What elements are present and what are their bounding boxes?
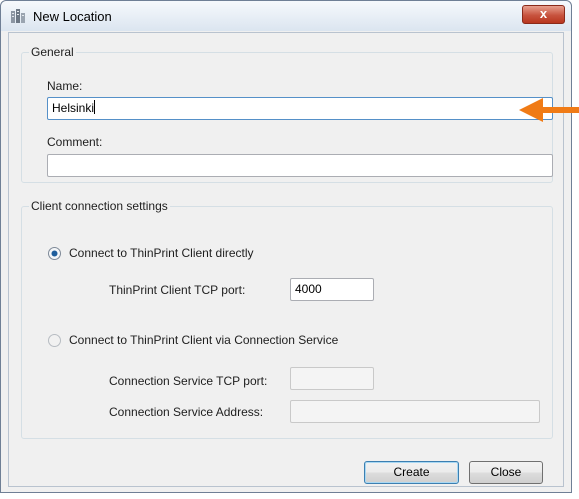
close-window-button[interactable]: x (522, 5, 565, 24)
radio-selected-icon[interactable] (48, 247, 61, 260)
window-title: New Location (33, 9, 112, 24)
new-location-dialog: New Location x General Name: Helsinki Co… (0, 0, 572, 493)
client-connection-group-title: Client connection settings (31, 199, 168, 213)
name-input-value: Helsinki (52, 101, 95, 115)
create-button[interactable]: Create (364, 461, 459, 484)
close-icon: x (539, 6, 548, 21)
connect-via-service-option[interactable]: Connect to ThinPrint Client via Connecti… (69, 333, 338, 347)
tcp-port-input[interactable]: 4000 (290, 278, 374, 301)
cs-port-input[interactable] (290, 367, 374, 390)
annotation-arrow-icon (519, 98, 579, 122)
name-label: Name: (47, 79, 83, 93)
cs-address-label: Connection Service Address: (109, 405, 264, 419)
text-caret (94, 100, 96, 114)
comment-label: Comment: (47, 135, 103, 149)
connect-directly-option[interactable]: Connect to ThinPrint Client directly (69, 246, 254, 260)
name-input[interactable]: Helsinki (47, 97, 553, 120)
tcp-port-value: 4000 (295, 282, 322, 296)
cs-address-input[interactable] (290, 400, 540, 423)
radio-unselected-icon[interactable] (48, 334, 61, 347)
general-group-title: General (31, 45, 74, 59)
dialog-content: General Name: Helsinki Comment: Client c… (8, 32, 564, 487)
cs-port-label: Connection Service TCP port: (109, 374, 268, 388)
title-bar[interactable]: New Location x (1, 1, 571, 31)
comment-input[interactable] (47, 154, 553, 177)
close-button[interactable]: Close (469, 461, 543, 484)
app-icon (11, 9, 25, 23)
tcp-port-label: ThinPrint Client TCP port: (109, 283, 246, 297)
